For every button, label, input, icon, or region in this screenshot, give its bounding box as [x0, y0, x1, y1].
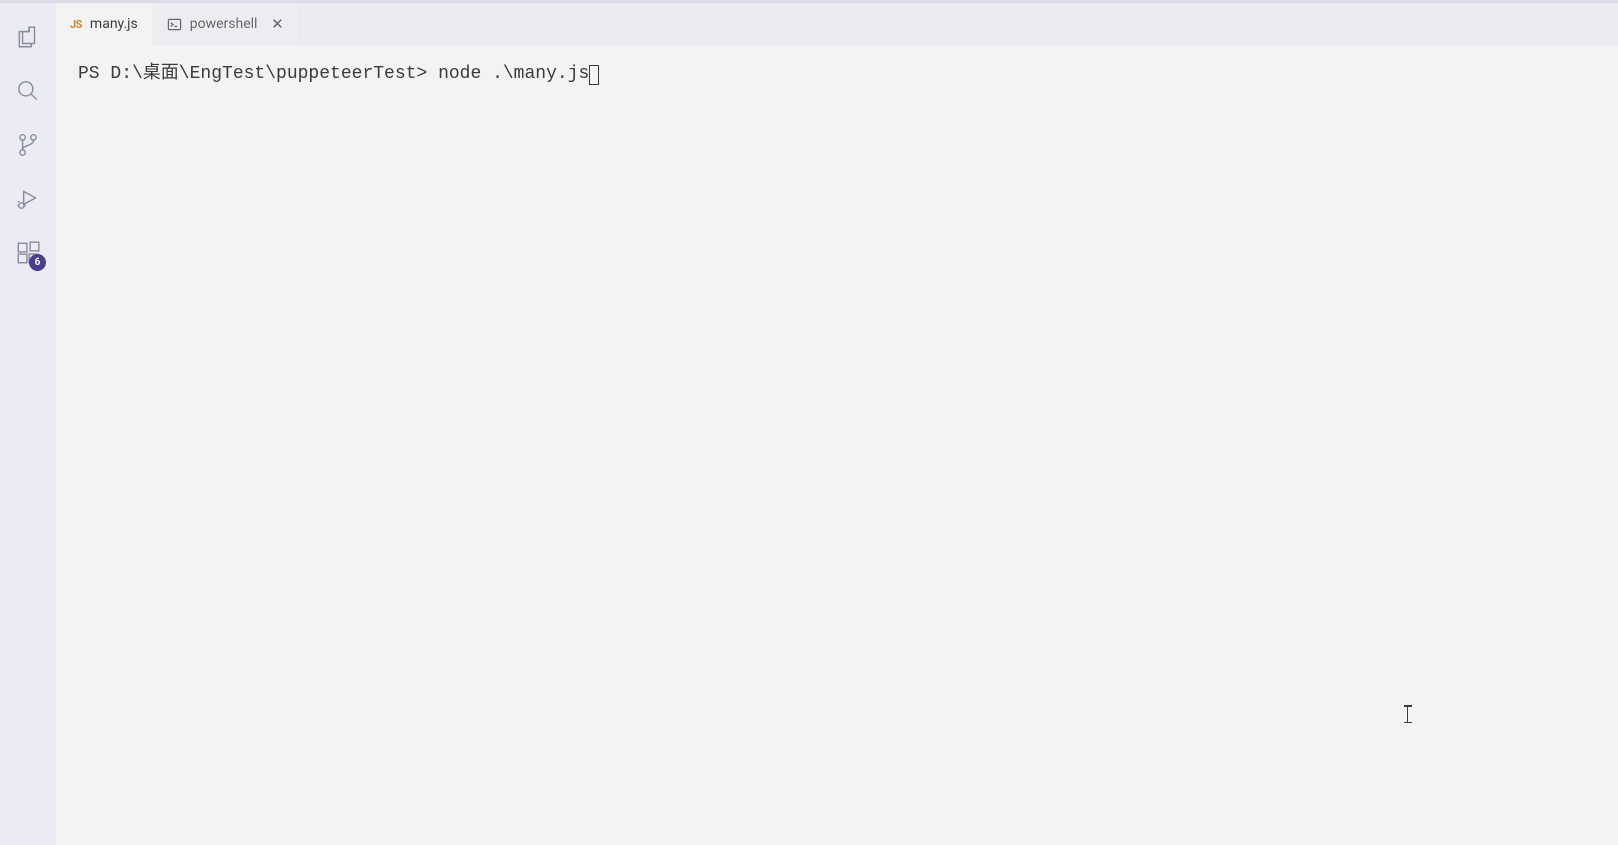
text-cursor-caret: [1407, 705, 1409, 723]
terminal-icon: [167, 17, 182, 32]
extensions-button[interactable]: 6: [4, 229, 52, 277]
main-container: 6 JS many.js powershell ✕: [0, 3, 1618, 845]
editor-area: JS many.js powershell ✕ PS D:\桌面: [56, 3, 1618, 845]
tab-many-js[interactable]: JS many.js: [56, 3, 153, 45]
terminal-line: PS D:\桌面\EngTest\puppeteerTest> node .\m…: [78, 61, 1596, 88]
debug-icon: [15, 186, 41, 212]
tabs-bar: JS many.js powershell ✕: [56, 3, 1618, 45]
activity-bar: 6: [0, 3, 56, 845]
terminal-content[interactable]: PS D:\桌面\EngTest\puppeteerTest> node .\m…: [56, 45, 1618, 845]
search-icon: [15, 78, 41, 104]
terminal-prompt: PS D:\桌面\EngTest\puppeteerTest>: [78, 61, 438, 88]
tab-label: powershell: [190, 16, 258, 32]
tab-label: many.js: [90, 16, 138, 32]
search-button[interactable]: [4, 67, 52, 115]
run-debug-button[interactable]: [4, 175, 52, 223]
branch-icon: [15, 132, 41, 158]
js-file-icon: JS: [70, 18, 82, 31]
files-icon: [15, 24, 41, 50]
close-icon[interactable]: ✕: [269, 16, 285, 32]
tab-powershell[interactable]: powershell ✕: [153, 3, 301, 45]
source-control-button[interactable]: [4, 121, 52, 169]
terminal-command: node .\many.js: [438, 61, 589, 88]
terminal-cursor: [589, 65, 599, 85]
explorer-button[interactable]: [4, 13, 52, 61]
extensions-badge: 6: [29, 254, 46, 271]
